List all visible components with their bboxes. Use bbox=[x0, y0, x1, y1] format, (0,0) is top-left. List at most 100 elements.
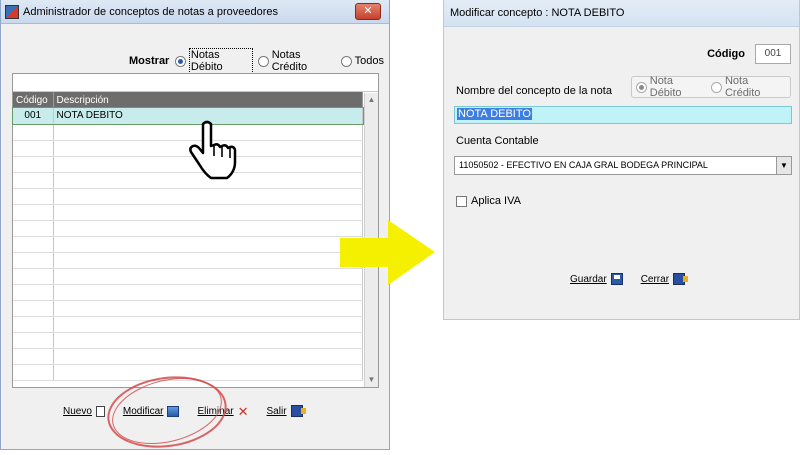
salir-label: Salir bbox=[266, 405, 287, 417]
aplica-iva-label: Aplica IVA bbox=[471, 195, 521, 207]
cell-empty[interactable] bbox=[13, 268, 54, 285]
cell-empty[interactable] bbox=[13, 252, 54, 269]
table-row-empty[interactable] bbox=[13, 236, 363, 253]
nombre-value: NOTA DEBITO bbox=[457, 108, 532, 120]
cell-empty[interactable] bbox=[13, 188, 54, 205]
table-row-empty[interactable] bbox=[13, 348, 363, 365]
cell-empty[interactable] bbox=[13, 284, 54, 301]
exit-door-icon bbox=[673, 273, 689, 285]
cell-empty[interactable] bbox=[13, 140, 54, 157]
cell-empty[interactable] bbox=[13, 332, 54, 349]
cerrar-button[interactable]: Cerrar bbox=[640, 273, 689, 285]
cell-empty[interactable] bbox=[13, 348, 54, 365]
radio-notas-debito[interactable]: Notas Débito bbox=[175, 48, 254, 74]
cell-empty[interactable] bbox=[53, 332, 363, 349]
radio-button[interactable] bbox=[711, 81, 722, 93]
table-row-empty[interactable] bbox=[13, 332, 363, 349]
cell-empty[interactable] bbox=[53, 252, 363, 269]
chevron-down-icon[interactable]: ▼ bbox=[776, 157, 791, 174]
column-header-descripcion[interactable]: Descripción bbox=[53, 92, 363, 108]
guardar-button[interactable]: Guardar bbox=[570, 273, 623, 285]
cell-empty[interactable] bbox=[13, 316, 54, 333]
cell-empty[interactable] bbox=[13, 156, 54, 173]
scroll-down-icon[interactable]: ▼ bbox=[365, 373, 378, 387]
table-row-empty[interactable] bbox=[13, 284, 363, 301]
table-row-empty[interactable] bbox=[13, 316, 363, 333]
tipo-radio-group: Nota Débito Nota Crédito bbox=[631, 75, 791, 99]
cell-empty[interactable] bbox=[53, 300, 363, 317]
checkbox-icon[interactable] bbox=[456, 195, 467, 207]
radio-nota-credito-label: Nota Crédito bbox=[724, 75, 761, 99]
cell-empty[interactable] bbox=[53, 188, 363, 205]
cell-empty[interactable] bbox=[13, 364, 54, 381]
table-row-empty[interactable] bbox=[13, 252, 363, 269]
table-row-empty[interactable] bbox=[13, 204, 363, 221]
close-button[interactable]: ✕ bbox=[355, 3, 381, 20]
radio-todos-label: Todos bbox=[354, 55, 384, 67]
cell-empty[interactable] bbox=[13, 236, 54, 253]
radio-button[interactable] bbox=[258, 55, 269, 67]
nuevo-label: Nuevo bbox=[63, 405, 92, 417]
radio-button-checked[interactable] bbox=[636, 81, 647, 93]
cell-empty[interactable] bbox=[13, 220, 54, 237]
cell-empty[interactable] bbox=[13, 172, 54, 189]
radio-nota-debito[interactable]: Nota Débito bbox=[636, 75, 706, 99]
table-row-empty[interactable] bbox=[13, 268, 363, 285]
title-bar: Administrador de conceptos de notas a pr… bbox=[1, 0, 389, 24]
table-row-empty[interactable] bbox=[13, 300, 363, 317]
arrow-right-icon bbox=[340, 220, 435, 285]
cuenta-select[interactable]: 11050502 - EFECTIVO EN CAJA GRAL BODEGA … bbox=[454, 156, 792, 175]
cell-empty[interactable] bbox=[53, 220, 363, 237]
codigo-row: Código 001 bbox=[707, 44, 791, 64]
column-header-codigo[interactable]: Código bbox=[13, 92, 54, 108]
cell-empty[interactable] bbox=[53, 284, 363, 301]
radio-button[interactable] bbox=[340, 55, 352, 67]
mostrar-filter: Mostrar Notas Débito Notas Crédito Todos bbox=[129, 48, 389, 74]
guardar-label: Guardar bbox=[570, 273, 607, 285]
admin-conceptos-window: Administrador de conceptos de notas a pr… bbox=[0, 0, 390, 455]
codigo-field[interactable]: 001 bbox=[755, 44, 791, 64]
table-row-empty[interactable] bbox=[13, 188, 363, 205]
table-header-row: Código Descripción bbox=[13, 92, 363, 108]
scroll-up-icon[interactable]: ▲ bbox=[365, 93, 378, 107]
codigo-label: Código bbox=[707, 48, 745, 60]
cell-empty[interactable] bbox=[13, 204, 54, 221]
cell-empty[interactable] bbox=[13, 300, 54, 317]
dialog-buttons: Guardar Cerrar bbox=[570, 273, 703, 285]
cell-empty[interactable] bbox=[53, 204, 363, 221]
radio-nota-debito-label: Nota Débito bbox=[649, 75, 682, 99]
cell-empty[interactable] bbox=[53, 348, 363, 365]
new-document-icon bbox=[95, 405, 105, 417]
save-disk-icon bbox=[610, 273, 623, 285]
radio-nota-credito[interactable]: Nota Crédito bbox=[711, 75, 785, 99]
nuevo-button[interactable]: Nuevo bbox=[63, 405, 105, 417]
salir-button[interactable]: Salir bbox=[266, 405, 306, 417]
radio-notas-credito-label: Notas Crédito bbox=[271, 49, 308, 73]
exit-door-icon bbox=[290, 405, 306, 417]
window-title: Modificar concepto : NOTA DEBITO bbox=[450, 7, 625, 19]
delete-icon: ✕ bbox=[237, 403, 249, 419]
cerrar-label: Cerrar bbox=[640, 273, 670, 285]
cell-empty[interactable] bbox=[53, 236, 363, 253]
title-bar: Modificar concepto : NOTA DEBITO bbox=[444, 0, 799, 27]
radio-notas-credito[interactable]: Notas Crédito bbox=[258, 49, 335, 73]
nombre-field[interactable]: NOTA DEBITO bbox=[454, 106, 792, 124]
cell-empty[interactable] bbox=[53, 364, 363, 381]
table-row-empty[interactable] bbox=[13, 220, 363, 237]
aplica-iva-checkbox[interactable]: Aplica IVA bbox=[456, 195, 521, 207]
hand-pointer-icon bbox=[189, 120, 237, 180]
modificar-concepto-window: Modificar concepto : NOTA DEBITO Código … bbox=[443, 0, 800, 320]
radio-notas-debito-label: Notas Débito bbox=[188, 48, 254, 74]
cell-empty[interactable] bbox=[53, 268, 363, 285]
cuenta-value: 11050502 - EFECTIVO EN CAJA GRAL BODEGA … bbox=[459, 160, 708, 170]
cell-empty[interactable] bbox=[53, 316, 363, 333]
grid-header-gap bbox=[13, 74, 378, 92]
cell-codigo[interactable]: 001 bbox=[13, 108, 54, 125]
radio-todos[interactable]: Todos bbox=[340, 55, 384, 67]
app-icon bbox=[5, 4, 19, 19]
cell-empty[interactable] bbox=[13, 124, 54, 141]
mostrar-label: Mostrar bbox=[129, 55, 170, 67]
nombre-label: Nombre del concepto de la nota bbox=[456, 85, 612, 97]
radio-button-checked[interactable] bbox=[175, 55, 186, 67]
window-title: Administrador de conceptos de notas a pr… bbox=[23, 5, 278, 18]
